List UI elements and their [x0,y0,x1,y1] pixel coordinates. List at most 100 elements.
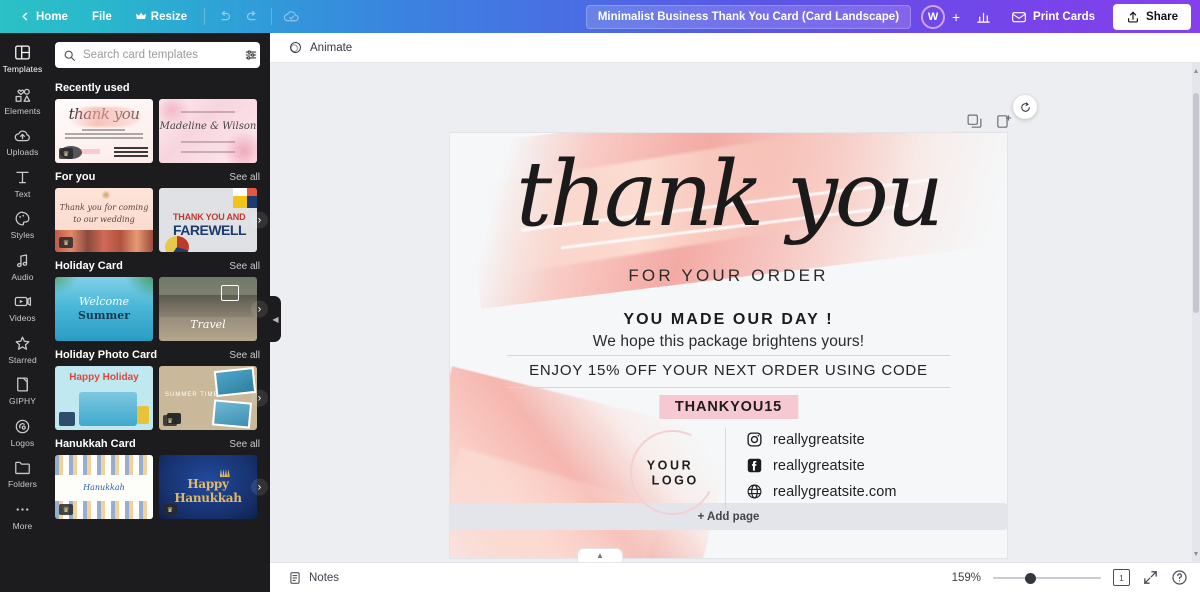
animate-button[interactable]: Animate [280,36,360,59]
undo-icon [221,10,230,21]
design-card-page[interactable]: thank you FOR YOUR ORDER YOU MADE OUR DA… [450,133,1007,558]
rail-item-audio[interactable]: Audio [0,245,45,287]
template-thumbnail-happy-hanukkah-dark-card[interactable]: Happy Hanukkah ♛ [159,455,257,519]
rail-item-folders[interactable]: Folders [0,452,45,494]
template-thumbnail-thank-you-wedding-card[interactable]: Thank you for coming to our wedding ♛ [55,188,153,252]
file-menu-button[interactable]: File [80,6,124,28]
card-hope-text[interactable]: We hope this package brightens yours! [450,333,1007,351]
logos-icon [15,419,30,433]
section-title: For you [55,171,96,183]
templates-scroll[interactable]: Recently used thank you ♛ Madeline & Wil… [45,74,270,592]
panel-collapse-handle[interactable]: ◀ [270,296,281,342]
scroll-up-arrow[interactable]: ▲ [1192,66,1200,76]
card-made-our-day-text[interactable]: YOU MADE OUR DAY ! [450,311,1007,329]
canvas-area[interactable]: thank you FOR YOUR ORDER YOU MADE OUR DA… [270,63,1200,562]
see-all-link[interactable]: See all [229,350,260,361]
thumb-text: Travel [190,318,226,331]
resize-button[interactable]: Resize [124,6,199,28]
timeline-pull-tab[interactable]: ▲ [577,548,623,562]
envelope-icon [1012,11,1026,22]
scrollbar-thumb[interactable] [1193,93,1199,313]
folder-icon [15,461,30,475]
rail-item-giphy[interactable]: GIPHY [0,369,45,411]
rail-item-starred[interactable]: Starred [0,328,45,370]
undo-button[interactable] [210,4,238,30]
avatar[interactable]: W [921,4,946,29]
page-count-button[interactable]: 1 [1113,569,1130,586]
see-all-link[interactable]: See all [229,439,260,450]
template-thumbnail-beach-photo-card[interactable]: SUMMER TIME ♛ [159,366,257,430]
pro-crown-icon: ♛ [59,237,73,248]
search-input[interactable] [83,49,237,61]
home-button[interactable]: Home [8,6,80,28]
print-cards-button[interactable]: Print Cards [1000,3,1106,31]
card-promo-code[interactable]: THANKYOU15 [658,395,799,419]
thumb-text: Happy Holiday [69,372,139,383]
rotate-handle-icon [1020,101,1030,112]
template-thumbnail-welcome-summer-card[interactable]: Welcome Summer [55,277,153,341]
social-row[interactable]: reallygreatsite.com [746,483,897,500]
share-button[interactable]: Share [1113,3,1191,30]
section-title: Recently used [55,82,130,94]
add-page-icon[interactable] [995,113,1012,130]
card-subheadline[interactable]: FOR YOUR ORDER [450,266,1007,286]
carousel-next-arrow[interactable]: › [251,478,268,496]
logo-placeholder[interactable]: YOUR LOGO [618,418,727,527]
design-title-input[interactable]: Minimalist Business Thank You Card (Card… [585,4,912,29]
animate-label: Animate [310,41,353,54]
card-offer-text[interactable]: ENJOY 15% OFF YOUR NEXT ORDER USING CODE [450,362,1007,379]
carousel-next-arrow[interactable]: › [251,389,268,407]
see-all-link[interactable]: See all [229,261,260,272]
redo-icon [246,10,256,21]
page-tools [966,113,1012,130]
template-thumbnail-happy-holiday-photo-card[interactable]: Happy Holiday [55,366,153,430]
section-header: Holiday Card See all [55,260,260,272]
template-thumbnail-pink-invitation-card[interactable]: Madeline & Wilson [159,99,257,163]
rail-item-more[interactable]: More [0,494,45,536]
scroll-down-arrow[interactable]: ▼ [1192,549,1200,559]
help-question-icon[interactable] [1171,569,1188,586]
add-collaborator-button[interactable]: + [946,5,966,29]
redo-button[interactable] [238,4,266,30]
rotate-handle[interactable] [1013,95,1037,119]
duplicate-page-icon[interactable] [966,113,983,130]
rail-item-label: Templates [2,64,43,74]
rail-item-uploads[interactable]: Uploads [0,120,45,162]
expand-fullscreen-icon[interactable] [1142,569,1159,586]
search-box[interactable] [55,42,260,68]
text-t-icon [16,171,29,183]
section-title: Hanukkah Card [55,438,136,450]
left-rail: Templates Elements Uploads Text Styles A… [0,33,45,592]
rail-item-label: More [12,520,33,531]
rail-item-elements[interactable]: Elements [0,79,45,121]
chevron-left-icon [22,12,28,21]
rail-item-logos[interactable]: Logos [0,411,45,453]
filter-sliders-icon[interactable] [244,48,258,62]
rail-item-text[interactable]: Text [0,162,45,204]
carousel-next-arrow[interactable]: › [251,300,268,318]
template-thumbnail-farewell-card[interactable]: THANK YOU AND FAREWELL [159,188,257,252]
template-thumbnail-travel-card[interactable]: Travel [159,277,257,341]
social-row[interactable]: reallygreatsite [746,457,897,474]
zoom-slider[interactable] [993,571,1101,585]
zoom-slider-knob[interactable] [1025,572,1036,584]
thumb-text-1: Happy [187,477,229,491]
canvas-vertical-scrollbar[interactable]: ▲ ▼ [1192,63,1200,562]
social-row[interactable]: reallygreatsite [746,431,897,448]
card-headline[interactable]: thank you [450,150,1007,240]
rail-item-templates[interactable]: Templates [0,37,45,79]
rail-item-videos[interactable]: Videos [0,286,45,328]
template-thumbnail-hanukkah-light-card[interactable]: Hanukkah ♛ [55,455,153,519]
template-thumbnail-thank-you-card[interactable]: thank you ♛ [55,99,153,163]
rail-item-styles[interactable]: Styles [0,203,45,245]
thumb-script: Madeline & Wilson [159,121,257,132]
insights-button[interactable] [969,4,997,30]
thumb-brush [66,107,142,127]
carousel-next-arrow[interactable]: › [251,211,268,229]
notes-button[interactable]: Notes [282,567,345,589]
cloud-save-status-button[interactable] [277,4,305,30]
rail-item-label: Starred [8,354,37,365]
see-all-link[interactable]: See all [229,172,260,183]
thumb-lines [64,127,144,141]
pro-crown-icon: ♛ [59,148,73,159]
